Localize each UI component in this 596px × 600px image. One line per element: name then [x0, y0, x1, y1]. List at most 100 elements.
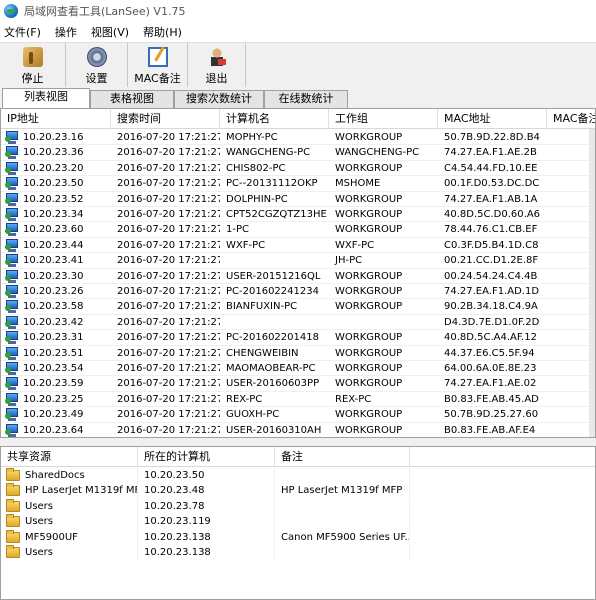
computer-name-cell: PC-201602201418	[226, 332, 319, 344]
table-row[interactable]: 10.20.23.31 2016-07-20 17:21:27 PC-2016022…	[1, 330, 595, 346]
share-list[interactable]: 共享资源 所在的计算机 备注 SharedDocs 10.20.23.50 HP L…	[0, 446, 596, 600]
mac-cell: 74.27.EA.F1.AE.02	[444, 378, 537, 390]
time-cell: 2016-07-20 17:21:27	[117, 132, 220, 143]
computer-name-cell: PC--20131112OKP	[226, 178, 318, 190]
menu-file[interactable]: 文件(F)	[4, 24, 41, 40]
mac-cell: 50.7B.9D.25.27.60	[444, 409, 539, 421]
table-row[interactable]: 10.20.23.16 2016-07-20 17:21:27 MOPHY-PC WO…	[1, 130, 595, 146]
tab-search-count[interactable]: 搜索次数统计	[174, 90, 264, 108]
computer-name-cell	[222, 253, 329, 268]
table-row[interactable]: 10.20.23.44 2016-07-20 17:21:27 WXF-PC WXF-…	[1, 238, 595, 254]
table-row[interactable]: 10.20.23.26 2016-07-20 17:21:27 PC-2016022…	[1, 284, 595, 300]
col-computer-name[interactable]: 计算机名	[220, 109, 329, 129]
col-search-time[interactable]: 搜索时间	[111, 109, 220, 129]
table-row[interactable]: 10.20.23.52 2016-07-20 17:21:27 DOLPHIN-PC…	[1, 192, 595, 207]
computer-name-cell: CHENGWEIBIN	[226, 347, 299, 359]
ip-cell: 10.20.23.26	[23, 286, 84, 297]
tab-table-view[interactable]: 表格视图	[90, 90, 174, 108]
col-mac-note[interactable]: MAC备注	[547, 109, 595, 129]
time-cell: 2016-07-20 17:21:27	[117, 378, 220, 390]
table-row[interactable]: 10.20.23.58 2016-07-20 17:21:27 BIANFUXIN-…	[1, 299, 595, 315]
col-workgroup[interactable]: 工作组	[329, 109, 438, 129]
table-row[interactable]: 10.20.23.42 2016-07-20 17:21:27 D4.3D.7E.D…	[1, 315, 595, 331]
folder-icon	[6, 483, 20, 497]
list-item[interactable]: MF5900UF 10.20.23.138 Canon MF5900 Series …	[1, 529, 595, 545]
table-row[interactable]: 10.20.23.50 2016-07-20 17:21:27 PC--201311…	[1, 176, 595, 192]
stop-button[interactable]: 停止	[0, 43, 66, 87]
host-list-scrollbar[interactable]	[589, 129, 595, 437]
col-mac[interactable]: MAC地址	[438, 109, 547, 129]
ip-cell: 10.20.23.49	[23, 409, 84, 421]
computer-icon	[5, 208, 19, 221]
workgroup-cell	[331, 315, 438, 330]
host-list[interactable]: IP地址 搜索时间 计算机名 工作组 MAC地址 MAC备注 10.20.23.…	[0, 108, 596, 438]
list-item[interactable]: HP LaserJet M1319f MFP 10.20.23.48 HP Lase…	[1, 483, 595, 499]
workgroup-cell: JH-PC	[335, 255, 363, 267]
tab-list-view[interactable]: 列表视图	[2, 88, 90, 108]
ip-cell: 10.20.23.34	[23, 209, 84, 220]
computer-name-cell: CHIS802-PC	[226, 162, 286, 174]
pane-splitter[interactable]	[0, 438, 596, 446]
table-row[interactable]: 10.20.23.20 2016-07-20 17:21:27 CHIS802-PC…	[1, 161, 595, 177]
ip-cell: 10.20.23.51	[23, 347, 84, 359]
computer-icon	[5, 315, 19, 329]
share-remark-cell: HP LaserJet M1319f MFP	[277, 483, 410, 499]
tab-online-count[interactable]: 在线数统计	[264, 90, 348, 108]
ip-cell: 10.20.23.16	[23, 132, 84, 143]
col-remark[interactable]: 备注	[275, 447, 410, 467]
title-bar: 局域网查看工具(LanSee) V1.75	[0, 0, 596, 22]
gear-icon	[86, 47, 107, 67]
computer-icon	[5, 269, 19, 283]
menu-view[interactable]: 视图(V)	[91, 24, 129, 40]
folder-icon	[6, 498, 20, 512]
exit-button[interactable]: 退出	[188, 43, 246, 87]
ip-cell: 10.20.23.44	[23, 239, 84, 251]
workgroup-cell: WORKGROUP	[335, 378, 403, 390]
share-host-cell: 10.20.23.119	[140, 514, 275, 530]
ip-cell: 10.20.23.31	[23, 332, 84, 344]
list-item[interactable]: Users 10.20.23.78	[1, 498, 595, 514]
mac-cell: 00.1F.D0.53.DC.DC	[444, 178, 540, 190]
workgroup-cell: WORKGROUP	[335, 270, 403, 282]
computer-icon	[5, 146, 19, 160]
computer-name-cell	[222, 315, 329, 330]
table-row[interactable]: 10.20.23.49 2016-07-20 17:21:27 GUOXH-PC WO…	[1, 407, 595, 423]
menu-operation[interactable]: 操作	[55, 24, 77, 40]
table-row[interactable]: 10.20.23.51 2016-07-20 17:21:27 CHENGWEIBI…	[1, 346, 595, 361]
workgroup-cell: MSHOME	[335, 178, 381, 190]
time-cell: 2016-07-20 17:21:27	[117, 424, 220, 436]
time-cell: 2016-07-20 17:21:27	[117, 162, 220, 174]
time-cell: 2016-07-20 17:21:27	[117, 301, 220, 313]
table-row[interactable]: 10.20.23.60 2016-07-20 17:21:27 1-PC WORKGR…	[1, 222, 595, 238]
workgroup-cell: REX-PC	[335, 393, 372, 405]
time-cell: 2016-07-20 17:21:27	[117, 409, 220, 421]
mac-cell: 50.7B.9D.22.8D.B4	[444, 132, 540, 143]
list-item[interactable]: Users 10.20.23.138	[1, 545, 595, 560]
mac-cell: 00.24.54.24.C4.4B	[444, 270, 538, 282]
list-item[interactable]: SharedDocs 10.20.23.50	[1, 468, 595, 483]
table-row[interactable]: 10.20.23.64 2016-07-20 17:21:27 USER-20160…	[1, 423, 595, 437]
list-item[interactable]: Users 10.20.23.119	[1, 514, 595, 530]
mac-cell: B0.83.FE.AB.AF.E4	[444, 424, 536, 436]
workgroup-cell: WORKGROUP	[335, 162, 403, 174]
table-row[interactable]: 10.20.23.59 2016-07-20 17:21:27 USER-20160…	[1, 376, 595, 392]
menu-help[interactable]: 帮助(H)	[143, 24, 182, 40]
table-row[interactable]: 10.20.23.41 2016-07-20 17:21:27 JH-PC 00.21…	[1, 253, 595, 269]
table-row[interactable]: 10.20.23.34 2016-07-20 17:21:27 CPT52CGZQT…	[1, 207, 595, 223]
time-cell: 2016-07-20 17:21:27	[117, 347, 220, 359]
table-row[interactable]: 10.20.23.25 2016-07-20 17:21:27 REX-PC REX-…	[1, 392, 595, 408]
time-cell: 2016-07-20 17:21:27	[117, 393, 220, 405]
ip-cell: 10.20.23.20	[23, 162, 84, 174]
computer-name-cell: CPT52CGZQTZ13HE	[226, 209, 327, 220]
table-row[interactable]: 10.20.23.54 2016-07-20 17:21:27 MAOMAOBEAR…	[1, 361, 595, 377]
col-share[interactable]: 共享资源	[1, 447, 138, 467]
table-row[interactable]: 10.20.23.36 2016-07-20 17:21:27 WANGCHENG-…	[1, 145, 595, 161]
workgroup-cell: WORKGROUP	[335, 347, 403, 359]
col-host-computer[interactable]: 所在的计算机	[138, 447, 275, 467]
computer-name-cell: WXF-PC	[226, 239, 266, 251]
mac-note-button[interactable]: MAC备注	[128, 43, 188, 87]
settings-button[interactable]: 设置	[66, 43, 128, 87]
table-row[interactable]: 10.20.23.30 2016-07-20 17:21:27 USER-20151…	[1, 269, 595, 284]
workgroup-cell: WORKGROUP	[335, 409, 403, 421]
col-ip[interactable]: IP地址	[1, 109, 111, 129]
